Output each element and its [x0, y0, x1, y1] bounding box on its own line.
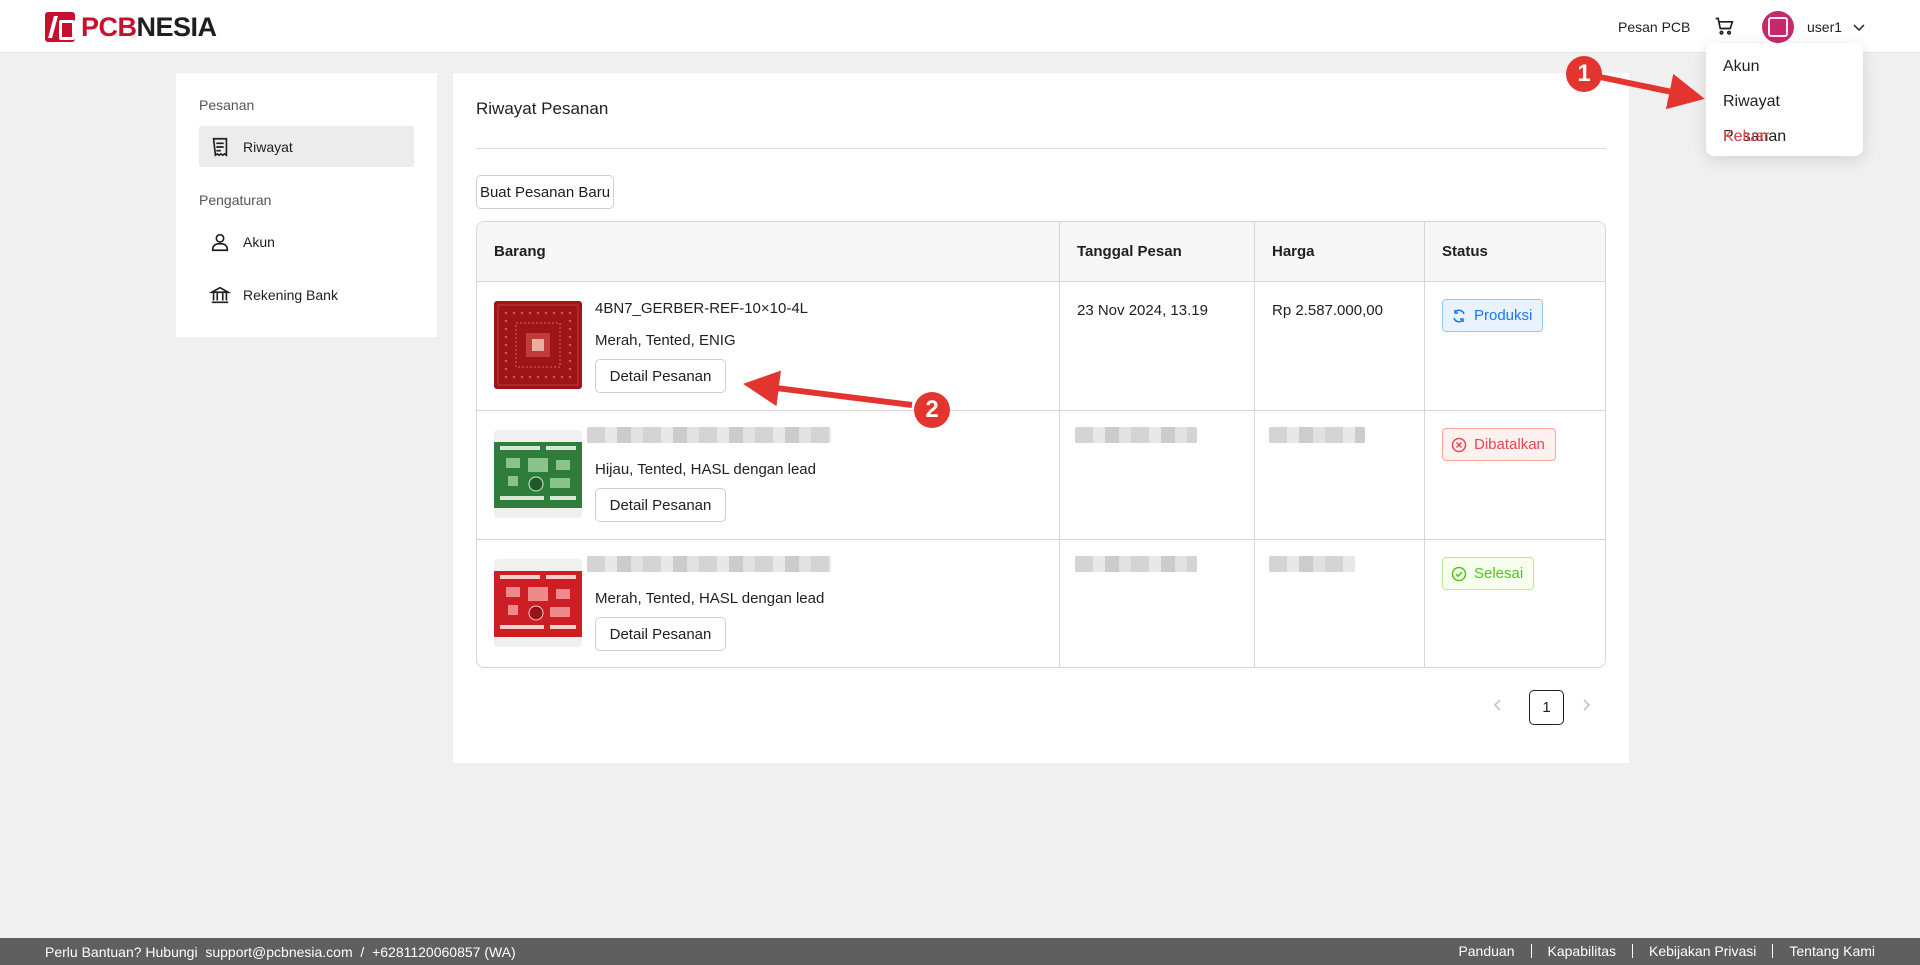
- status-badge: Produksi: [1442, 299, 1544, 332]
- footer-help-text: Perlu Bantuan? Hubungi support@pcbnesia.…: [45, 944, 516, 960]
- sidebar-item-riwayat[interactable]: Riwayat: [199, 126, 414, 167]
- footer-link-kapabilitas[interactable]: Kapabilitas: [1530, 944, 1633, 958]
- pcbnesia-logo[interactable]: PCBNESIA: [45, 12, 217, 42]
- column-header-tanggal: Tanggal Pesan: [1077, 243, 1182, 260]
- status-badge: Selesai: [1442, 557, 1535, 590]
- pcb-thumbnail: [494, 301, 582, 389]
- order-price: Rp 2.587.000,00: [1272, 302, 1383, 319]
- logo-mark-icon: [45, 12, 75, 42]
- detail-order-button[interactable]: Detail Pesanan: [595, 359, 726, 393]
- annotation-number-1: 1: [1566, 56, 1602, 92]
- footer: Perlu Bantuan? Hubungi support@pcbnesia.…: [0, 938, 1920, 965]
- dropdown-item-akun[interactable]: Akun: [1706, 49, 1863, 84]
- detail-order-button[interactable]: Detail Pesanan: [595, 488, 726, 522]
- item-spec: Hijau, Tented, HASL dengan lead: [595, 461, 816, 478]
- annotation-number-2: 2: [914, 392, 950, 428]
- table-row: Hijau, Tented, HASL dengan lead Detail P…: [477, 411, 1605, 540]
- item-name: 4BN7_GERBER-REF-10×10-4L: [595, 300, 809, 317]
- table-row: Merah, Tented, HASL dengan lead Detail P…: [477, 540, 1605, 667]
- column-header-barang: Barang: [494, 243, 546, 260]
- nav-pesan-pcb[interactable]: Pesan PCB: [1618, 19, 1690, 35]
- cancel-circle-icon: [1451, 437, 1467, 452]
- redacted-order-date: [1075, 556, 1197, 572]
- check-circle-icon: [1451, 566, 1467, 581]
- pagination-next-icon[interactable]: [1577, 696, 1595, 714]
- item-spec: Merah, Tented, HASL dengan lead: [595, 590, 825, 607]
- order-date: 23 Nov 2024, 13.19: [1077, 302, 1208, 319]
- avatar[interactable]: [1762, 11, 1794, 43]
- sidebar-item-rekening-bank[interactable]: Rekening Bank: [199, 274, 414, 315]
- pcb-thumbnail: [494, 559, 582, 647]
- footer-link-tentang-kami[interactable]: Tentang Kami: [1772, 944, 1875, 958]
- column-header-harga: Harga: [1272, 243, 1315, 260]
- cart-icon[interactable]: [1714, 16, 1734, 36]
- table-header: Barang Tanggal Pesan Harga Status: [477, 222, 1605, 282]
- footer-link-panduan[interactable]: Panduan: [1442, 944, 1530, 958]
- table-row: 4BN7_GERBER-REF-10×10-4L Merah, Tented, …: [477, 282, 1605, 411]
- sidebar-item-label: Rekening Bank: [243, 286, 338, 303]
- sidebar-item-label: Akun: [243, 233, 275, 250]
- username-label[interactable]: user1: [1807, 19, 1842, 35]
- redacted-order-price: [1269, 427, 1365, 443]
- top-header: PCBNESIA Pesan PCB user1: [0, 0, 1920, 53]
- pagination-prev-icon[interactable]: [1489, 696, 1507, 714]
- redacted-order-date: [1075, 427, 1197, 443]
- user-dropdown-menu: Akun Riwayat Pesanan Keluar: [1706, 43, 1863, 156]
- column-divider: [1254, 222, 1255, 667]
- sidebar-group-pesanan: Pesanan: [199, 97, 255, 113]
- pcb-thumbnail: [494, 430, 582, 518]
- dropdown-item-riwayat-pesanan[interactable]: Riwayat Pesanan: [1706, 84, 1863, 145]
- redacted-item-name: [587, 556, 831, 572]
- chevron-down-icon[interactable]: [1852, 20, 1866, 34]
- user-icon: [211, 233, 229, 251]
- detail-order-button[interactable]: Detail Pesanan: [595, 617, 726, 651]
- column-divider: [1424, 222, 1425, 667]
- footer-link-kebijakan-privasi[interactable]: Kebijakan Privasi: [1632, 944, 1772, 958]
- divider: [476, 148, 1606, 149]
- sidebar-item-label: Riwayat: [243, 138, 293, 155]
- bank-icon: [209, 286, 231, 303]
- footer-links: Panduan Kapabilitas Kebijakan Privasi Te…: [1442, 944, 1875, 958]
- sync-icon: [1453, 309, 1465, 322]
- status-badge: Dibatalkan: [1442, 428, 1556, 461]
- new-order-button[interactable]: Buat Pesanan Baru: [476, 175, 614, 209]
- orders-table: Barang Tanggal Pesan Harga Status 4BN7_G…: [476, 221, 1606, 668]
- receipt-icon: [212, 137, 228, 157]
- item-spec: Merah, Tented, ENIG: [595, 332, 736, 349]
- main-panel: Riwayat Pesanan Buat Pesanan Baru Barang…: [453, 73, 1629, 763]
- pagination-page-1[interactable]: 1: [1529, 690, 1564, 725]
- redacted-item-name: [587, 427, 831, 443]
- column-divider: [1059, 222, 1060, 667]
- page-title: Riwayat Pesanan: [476, 99, 609, 118]
- sidebar: Pesanan Riwayat Pengaturan Akun Rekening…: [176, 73, 437, 337]
- sidebar-group-pengaturan: Pengaturan: [199, 192, 272, 208]
- sidebar-item-akun[interactable]: Akun: [199, 221, 414, 262]
- redacted-order-price: [1269, 556, 1355, 572]
- column-header-status: Status: [1442, 243, 1488, 260]
- logo-text: PCBNESIA: [81, 11, 217, 42]
